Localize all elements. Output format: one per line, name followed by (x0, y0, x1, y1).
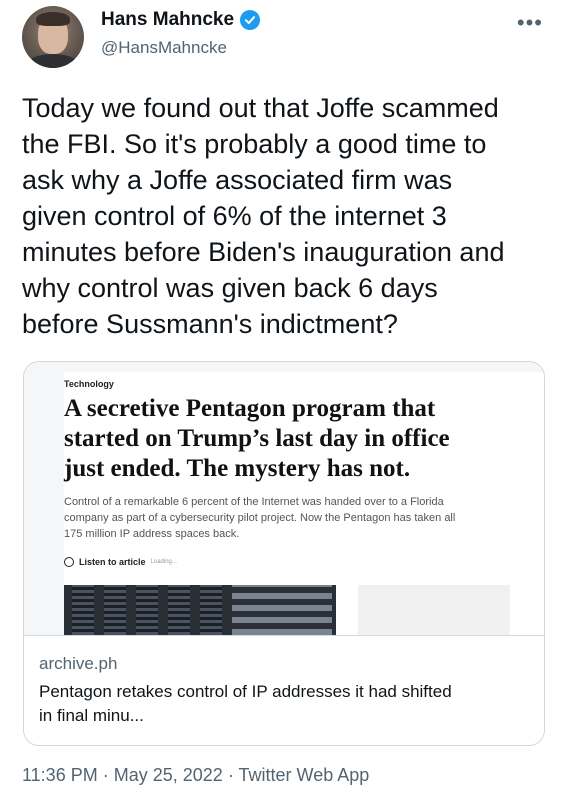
author-name-row[interactable]: Hans Mahncke (101, 9, 261, 31)
headline-line: just ended. The mystery has not. (64, 455, 411, 482)
card-title[interactable]: Pentagon retakes control of IP addresses… (39, 680, 529, 728)
tweet-date[interactable]: May 25, 2022 (114, 765, 223, 785)
tweet-text-line: before Sussmann's indictment? (22, 309, 398, 339)
rack-column (200, 585, 222, 635)
dek-line: company as part of a cybersecurity pilot… (64, 512, 456, 524)
avatar-hair (36, 12, 70, 26)
tweet-time[interactable]: 11:36 PM (22, 765, 98, 785)
author-display-name[interactable]: Hans Mahncke (101, 9, 234, 31)
meta-separator: · (102, 765, 109, 785)
verified-badge-icon (240, 10, 261, 30)
author-handle[interactable]: @HansMahncke (101, 38, 227, 58)
link-preview-card[interactable]: Technology A secretive Pentagon program … (23, 361, 545, 746)
sidebar-placeholder (358, 585, 510, 635)
tweet-header: Hans Mahncke @HansMahncke ••• (0, 0, 567, 80)
card-title-line: Pentagon retakes control of IP addresses… (39, 682, 452, 701)
tweet-text-line: why control was given back 6 days (22, 273, 438, 303)
tweet-text-line: the FBI. So it's probably a good time to (22, 129, 487, 159)
article-screenshot: Technology A secretive Pentagon program … (64, 372, 544, 635)
tweet-text: Today we found out that Joffe scammed th… (22, 90, 552, 342)
tweet-text-line: Today we found out that Joffe scammed (22, 93, 499, 123)
rack-column (136, 585, 158, 635)
tweet-text-line: minutes before Biden's inauguration and (22, 237, 505, 267)
more-horizontal-icon[interactable]: ••• (517, 10, 543, 36)
headline-line: A secretive Pentagon program that (64, 395, 436, 422)
card-divider (24, 635, 544, 636)
meta-separator: · (227, 765, 234, 785)
article-section-label: Technology (64, 379, 114, 389)
server-rack-photo (64, 585, 336, 635)
server-unit (232, 585, 332, 635)
tweet-source-app[interactable]: Twitter Web App (239, 765, 370, 785)
dek-line: Control of a remarkable 6 percent of the… (64, 496, 444, 508)
avatar-shirt (28, 54, 78, 68)
avatar[interactable] (22, 6, 84, 68)
tweet-metadata: 11:36 PM · May 25, 2022 · Twitter Web Ap… (22, 765, 369, 786)
card-domain[interactable]: archive.ph (39, 654, 117, 674)
listen-status: Loading... (150, 559, 177, 565)
play-circle-icon (64, 557, 74, 567)
card-image[interactable]: Technology A secretive Pentagon program … (24, 362, 544, 635)
dek-line: 175 million IP address spaces back. (64, 528, 240, 540)
tweet-text-line: given control of 6% of the internet 3 (22, 201, 447, 231)
tweet-text-line: ask why a Joffe associated firm was (22, 165, 453, 195)
rack-column (72, 585, 94, 635)
listen-to-article: Listen to article Loading... (64, 557, 177, 567)
rack-column (168, 585, 190, 635)
rack-column (104, 585, 126, 635)
listen-label: Listen to article (79, 557, 146, 567)
article-headline: A secretive Pentagon program that starte… (64, 394, 504, 484)
headline-line: started on Trump’s last day in office (64, 425, 450, 452)
article-dek: Control of a remarkable 6 percent of the… (64, 494, 514, 542)
card-title-line: in final minu... (39, 706, 144, 725)
